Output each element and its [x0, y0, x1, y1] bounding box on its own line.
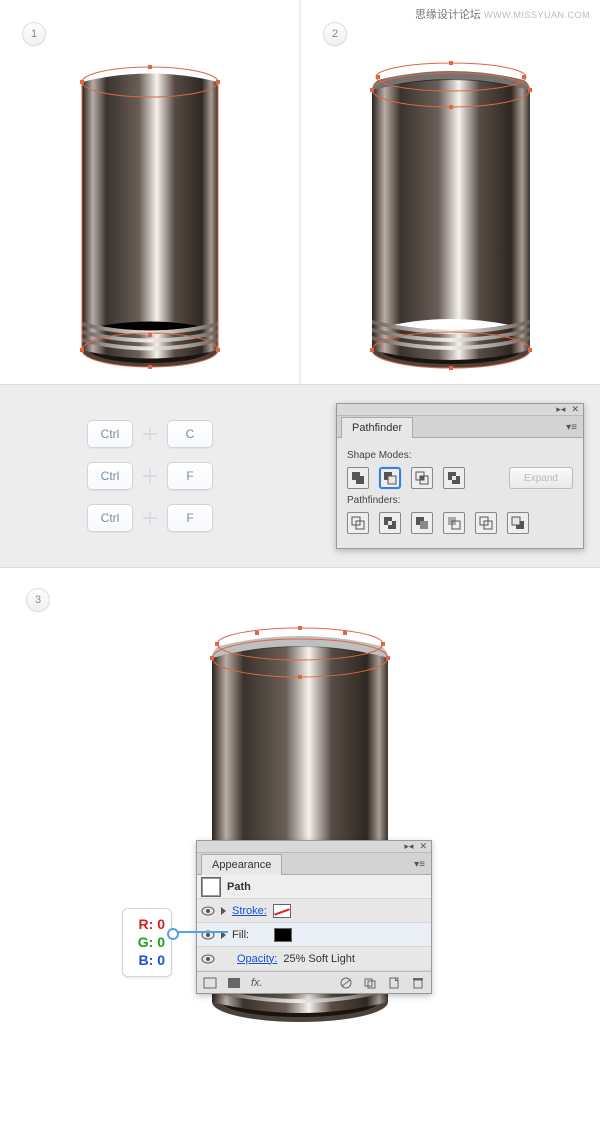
appearance-fill-row[interactable]: Fill: [197, 923, 431, 947]
appearance-panel: ▸◂ ✕ Appearance ▾≡ Path Stroke: Fill: [196, 840, 432, 994]
rgb-b: B: 0 [129, 951, 165, 969]
tab-pathfinder[interactable]: Pathfinder [341, 417, 413, 438]
duplicate-icon[interactable] [363, 977, 377, 989]
opacity-value: 25% Soft Light [283, 953, 355, 965]
minus-back-icon[interactable] [507, 512, 529, 534]
new-icon[interactable] [387, 977, 401, 989]
cylinder-1 [75, 60, 225, 373]
appearance-opacity-row[interactable]: Opacity: 25% Soft Light [197, 947, 431, 971]
close-icon[interactable]: ✕ [419, 841, 427, 852]
key-ctrl: Ctrl [87, 462, 133, 490]
minus-front-icon[interactable] [379, 467, 401, 489]
trim-icon[interactable] [379, 512, 401, 534]
merge-icon[interactable] [411, 512, 433, 534]
outline-icon[interactable] [475, 512, 497, 534]
rgb-g: G: 0 [129, 933, 165, 951]
collapse-icon[interactable]: ▸◂ [556, 404, 565, 415]
no-sel-icon[interactable] [203, 977, 217, 989]
collapse-icon[interactable]: ▸◂ [404, 841, 413, 852]
bottom-row: 3 R: 0 G [0, 568, 600, 1124]
step-badge-3: 3 [26, 588, 50, 612]
shortcut-copy: Ctrl C [87, 420, 213, 448]
watermark: 思缘设计论坛 WWW.MISSYUAN.COM [415, 6, 590, 22]
plus-icon [141, 509, 159, 527]
divide-icon[interactable] [347, 512, 369, 534]
key-ctrl: Ctrl [87, 420, 133, 448]
visibility-icon[interactable] [201, 928, 215, 942]
panel-menu-icon[interactable]: ▾≡ [408, 855, 431, 874]
unite-icon[interactable] [347, 467, 369, 489]
panel-tabs: Pathfinder ▾≡ [337, 416, 583, 438]
step-1-cell: 1 [0, 0, 301, 384]
watermark-cn: 思缘设计论坛 [415, 9, 481, 21]
step-2-cell: 2 [301, 0, 600, 384]
rgb-callout: R: 0 G: 0 B: 0 [122, 908, 172, 977]
close-icon[interactable]: ✕ [571, 404, 579, 415]
key-f: F [167, 462, 213, 490]
stroke-link[interactable]: Stroke: [232, 905, 267, 917]
path-label: Path [227, 881, 251, 893]
pathfinders-label: Pathfinders: [347, 495, 573, 506]
key-c: C [167, 420, 213, 448]
expand-tri-icon[interactable] [221, 907, 226, 915]
trash-icon[interactable] [411, 977, 425, 989]
fill-swatch-black[interactable] [274, 928, 292, 942]
rgb-r: R: 0 [129, 915, 165, 933]
crop-icon[interactable] [443, 512, 465, 534]
fill-label: Fill: [232, 929, 268, 941]
tab-appearance[interactable]: Appearance [201, 854, 282, 875]
panel-titlebar[interactable]: ▸◂ ✕ [197, 841, 431, 853]
visibility-icon[interactable] [201, 952, 215, 966]
clear-icon[interactable] [339, 977, 353, 989]
middle-row: Ctrl C Ctrl F Ctrl F ▸◂ ✕ Pathfinder ▾≡ … [0, 384, 600, 568]
appearance-path-row[interactable]: Path [197, 875, 431, 899]
panel-titlebar[interactable]: ▸◂ ✕ [337, 404, 583, 416]
shortcut-paste-front-1: Ctrl F [87, 462, 213, 490]
pathfinder-panel: ▸◂ ✕ Pathfinder ▾≡ Shape Modes: Expand P… [336, 403, 584, 549]
panel-tabs: Appearance ▾≡ [197, 853, 431, 875]
step-badge-1: 1 [22, 22, 46, 46]
expand-button[interactable]: Expand [509, 467, 573, 489]
callout-line [172, 931, 228, 933]
appearance-footer: fx. [197, 971, 431, 993]
step-badge-2: 2 [323, 22, 347, 46]
top-row: 1 [0, 0, 600, 384]
stroke-swatch-none[interactable] [273, 904, 291, 918]
fx-button[interactable]: fx. [251, 977, 263, 989]
exclude-icon[interactable] [443, 467, 465, 489]
intersect-icon[interactable] [411, 467, 433, 489]
key-f: F [167, 504, 213, 532]
shape-modes-label: Shape Modes: [347, 450, 573, 461]
shortcuts: Ctrl C Ctrl F Ctrl F [0, 420, 300, 532]
plus-icon [141, 467, 159, 485]
key-ctrl: Ctrl [87, 504, 133, 532]
visibility-icon[interactable] [201, 904, 215, 918]
cylinder-2 [365, 60, 537, 373]
shortcut-paste-front-2: Ctrl F [87, 504, 213, 532]
appearance-stroke-row[interactable]: Stroke: [197, 899, 431, 923]
plus-icon [141, 425, 159, 443]
panel-menu-icon[interactable]: ▾≡ [560, 418, 583, 437]
opacity-link[interactable]: Opacity: [237, 953, 277, 965]
watermark-url: WWW.MISSYUAN.COM [484, 10, 590, 20]
new-art-icon[interactable] [227, 977, 241, 989]
path-thumb-icon [201, 877, 221, 897]
